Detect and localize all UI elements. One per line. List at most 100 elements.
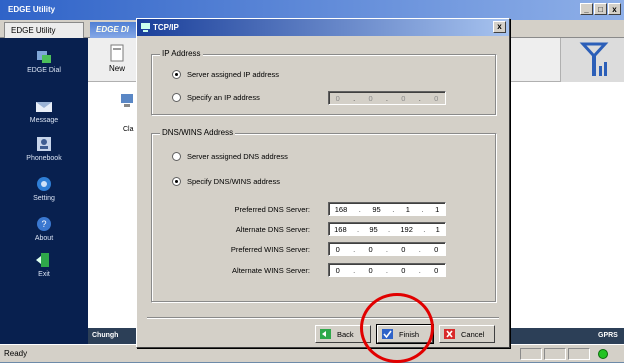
new-button-label: New <box>108 64 125 73</box>
dial-icon <box>37 51 51 63</box>
radio-dot[interactable] <box>172 152 181 161</box>
back-arrow-icon <box>320 329 331 339</box>
tcpip-dialog: TCP/IP x IP Address Server assigned IP a… <box>136 18 510 348</box>
radio-label: Specify an IP address <box>187 93 260 102</box>
about-icon: ? <box>37 217 51 231</box>
ip-octet: 0 <box>401 93 406 103</box>
sidebar-item-about[interactable]: ? About <box>0 216 88 242</box>
ip-octet: 0 <box>434 93 439 103</box>
radio-label: Server assigned DNS address <box>187 152 288 161</box>
ip-octet: 0 <box>368 244 373 254</box>
ip-address-field[interactable]: 0. 0. 0. 0 <box>328 91 446 105</box>
preferred-wins-label: Preferred WINS Server: <box>230 245 310 254</box>
dialog-titlebar: TCP/IP x <box>137 19 509 36</box>
status-cell <box>568 348 590 360</box>
cancel-x-icon <box>444 329 455 339</box>
window-controls: _ □ x <box>580 3 621 15</box>
status-text: Ready <box>4 349 28 358</box>
sidebar-item-phonebook[interactable]: Phonebook <box>0 136 88 162</box>
radio-server-assigned-ip[interactable]: Server assigned IP address <box>172 70 279 79</box>
sidebar: EDGE Dial Message Phonebook Setting ? Ab… <box>0 38 88 344</box>
cancel-button-label: Cancel <box>461 329 485 339</box>
dialog-separator <box>147 317 499 319</box>
preferred-wins-field[interactable]: 0. 0. 0. 0 <box>328 242 446 256</box>
minimize-button[interactable]: _ <box>580 3 593 15</box>
sidebar-item-message[interactable]: Message <box>0 98 88 124</box>
content-item-icon[interactable] <box>120 92 134 110</box>
svg-text:?: ? <box>41 219 46 229</box>
ip-octet: 0 <box>368 265 373 275</box>
back-button-label: Back <box>337 329 354 339</box>
ip-octet: 0 <box>368 93 373 103</box>
content-item-label: Cla <box>123 126 134 133</box>
radio-label: Server assigned IP address <box>187 70 279 79</box>
maximize-button[interactable]: □ <box>594 3 607 15</box>
ip-octet: 0 <box>401 244 406 254</box>
sidebar-item-setting[interactable]: Setting <box>0 176 88 202</box>
sidebar-item-exit[interactable]: Exit <box>0 252 88 278</box>
exit-icon <box>36 253 49 267</box>
ip-octet: 168 <box>334 224 347 234</box>
cancel-button[interactable]: Cancel <box>439 325 495 343</box>
signal-antenna-icon <box>579 42 609 76</box>
sidebar-item-label: EDGE Dial <box>27 67 61 74</box>
ip-octet: 0 <box>401 265 406 275</box>
ip-octet: 1 <box>435 224 440 234</box>
ip-octet: 0 <box>335 244 340 254</box>
dns-wins-group-label: DNS/WINS Address <box>160 128 236 137</box>
ip-octet: 0 <box>335 93 340 103</box>
ip-address-group: IP Address Server assigned IP address Sp… <box>151 49 497 116</box>
radio-server-assigned-dns[interactable]: Server assigned DNS address <box>172 152 288 161</box>
app-titlebar: EDGE Utility _ □ x <box>0 0 624 20</box>
connection-status-icon <box>598 349 608 359</box>
computer-icon <box>121 94 133 107</box>
preferred-dns-label: Preferred DNS Server: <box>234 205 310 214</box>
ip-address-group-label: IP Address <box>160 49 203 58</box>
alternate-dns-label: Alternate DNS Server: <box>235 225 310 234</box>
ip-octet: 0 <box>434 244 439 254</box>
sidebar-item-label: Message <box>29 117 59 124</box>
ip-octet: 192 <box>400 224 413 234</box>
alternate-dns-field[interactable]: 168. 95. 192. 1 <box>328 222 446 236</box>
chat-bar-label: Chungh <box>92 332 119 339</box>
signal-panel <box>560 38 624 82</box>
sidebar-item-label: About <box>34 235 54 242</box>
preferred-dns-field[interactable]: 168. 95. 1. 1 <box>328 202 446 216</box>
sidebar-item-label: Phonebook <box>26 155 62 162</box>
new-button[interactable]: New <box>102 44 132 73</box>
dialog-close-button[interactable]: x <box>493 21 506 33</box>
tab-edge-utility[interactable]: EDGE Utility <box>4 22 84 38</box>
dialog-title: TCP/IP <box>153 23 179 32</box>
sidebar-item-edge-dial[interactable]: EDGE Dial <box>0 48 88 74</box>
highlight-circle <box>360 293 434 363</box>
alternate-wins-field[interactable]: 0. 0. 0. 0 <box>328 263 446 277</box>
ip-octet: 1 <box>405 204 410 214</box>
tab-edge-dial[interactable]: EDGE DI <box>90 22 136 38</box>
sidebar-item-label: Setting <box>33 195 55 202</box>
new-document-icon <box>110 44 124 62</box>
message-icon <box>36 102 52 112</box>
status-cell <box>544 348 566 360</box>
sidebar-item-label: Exit <box>38 271 50 278</box>
ip-octet: 95 <box>372 204 381 214</box>
setting-icon <box>37 177 51 191</box>
app-title: EDGE Utility <box>8 5 56 14</box>
network-icon <box>141 23 150 32</box>
radio-specify-ip[interactable]: Specify an IP address <box>172 93 260 102</box>
radio-label: Specify DNS/WINS address <box>187 177 280 186</box>
ip-octet: 0 <box>335 265 340 275</box>
alternate-wins-label: Alternate WINS Server: <box>232 266 310 275</box>
close-button[interactable]: x <box>608 3 621 15</box>
status-cell <box>520 348 542 360</box>
radio-dot[interactable] <box>172 70 181 79</box>
radio-specify-dns[interactable]: Specify DNS/WINS address <box>172 177 280 186</box>
ip-octet: 168 <box>334 204 348 214</box>
phonebook-icon <box>37 137 51 151</box>
radio-dot[interactable] <box>172 177 181 186</box>
network-type-label: GPRS <box>598 332 618 339</box>
ip-octet: 1 <box>435 204 440 214</box>
ip-octet: 0 <box>434 265 439 275</box>
ip-octet: 95 <box>369 224 378 234</box>
dns-wins-group: DNS/WINS Address Server assigned DNS add… <box>151 128 497 303</box>
radio-dot[interactable] <box>172 93 181 102</box>
